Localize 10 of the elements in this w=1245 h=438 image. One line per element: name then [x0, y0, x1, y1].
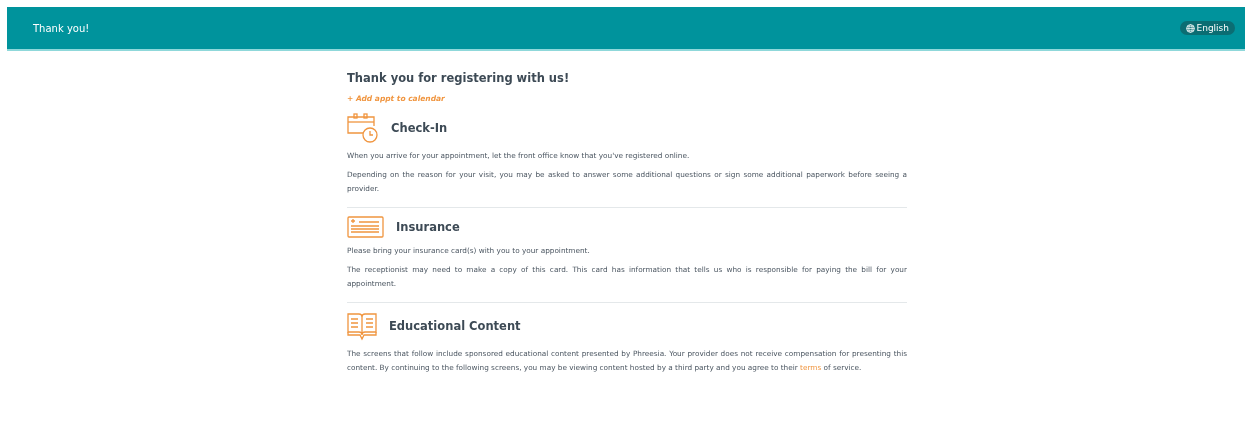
section-title: Insurance: [396, 220, 460, 234]
book-icon: [347, 311, 377, 341]
page-title: Thank you!: [33, 22, 90, 34]
card-icon: [347, 216, 384, 238]
calendar-clock-icon: [347, 113, 379, 143]
page-heading: Thank you for registering with us!: [347, 71, 571, 85]
section-title: Educational Content: [389, 319, 521, 333]
section-title: Check-In: [391, 121, 448, 135]
globe-icon: [1185, 23, 1195, 33]
language-button[interactable]: English: [1179, 21, 1235, 35]
